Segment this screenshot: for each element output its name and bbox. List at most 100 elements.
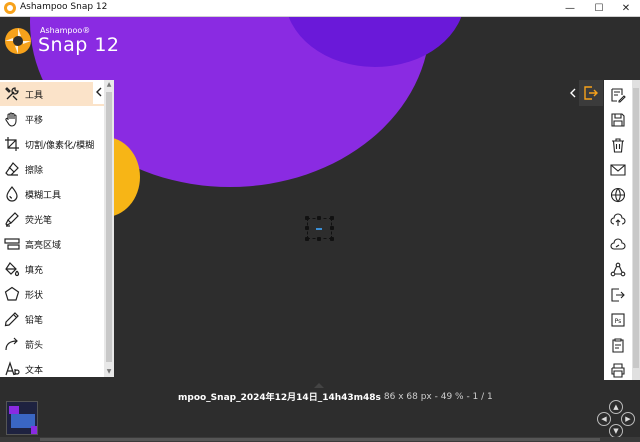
scroll-thumb[interactable] — [40, 438, 600, 441]
print-icon — [611, 362, 625, 378]
share-button[interactable] — [604, 257, 632, 282]
photoshop-icon: Ps — [611, 312, 625, 327]
actions-panel-scrollbar[interactable] — [632, 80, 640, 380]
tool-label: 高亮区域 — [25, 240, 62, 251]
tool-item-erase[interactable]: 擦除 — [0, 157, 104, 181]
web-button[interactable] — [604, 182, 632, 207]
collapse-actions-button[interactable] — [566, 80, 578, 106]
tool-panel: 工具 平移 切割/像素化/模糊 擦除 模糊工具 荧光笔 高亮区域 填充 形状 铅… — [0, 80, 114, 377]
nav-right-button[interactable]: ▶ — [621, 412, 635, 426]
print-button[interactable] — [604, 357, 632, 382]
resize-handle[interactable] — [317, 237, 321, 241]
tool-label: 擦除 — [25, 165, 44, 176]
crop-icon — [0, 132, 24, 156]
actions-panel: Ps — [604, 80, 632, 380]
photoshop-button[interactable]: Ps — [604, 307, 632, 332]
capture-thumbnail[interactable] — [6, 401, 38, 435]
tool-item-blur[interactable]: 模糊工具 — [0, 182, 104, 206]
tools-icon — [0, 82, 24, 106]
tool-label: 铅笔 — [25, 315, 44, 326]
blur-drop-icon — [0, 182, 24, 206]
scroll-thumb[interactable] — [633, 88, 639, 368]
email-button[interactable] — [604, 157, 632, 182]
edit-notes-button[interactable] — [604, 82, 632, 107]
selection-center-marker — [316, 228, 322, 230]
status-caret — [314, 383, 324, 388]
highlighter-icon — [0, 207, 24, 231]
tool-item-highlight-area[interactable]: 高亮区域 — [0, 232, 104, 256]
status-bar: mpoo_Snap_2024年12月14日_14h43m48s 86 x 68 … — [178, 390, 493, 404]
delete-button[interactable] — [604, 132, 632, 157]
globe-icon — [610, 187, 626, 202]
tool-item-crop[interactable]: 切割/像素化/模糊 — [0, 132, 104, 156]
tool-label: 文本 — [25, 365, 44, 376]
tool-item-text[interactable]: 文本 — [0, 357, 104, 381]
pencil-icon — [0, 307, 24, 331]
tool-label: 平移 — [25, 115, 44, 126]
resize-handle[interactable] — [305, 237, 309, 241]
text-icon — [0, 357, 24, 381]
horizontal-scrollbar[interactable] — [0, 437, 640, 442]
save-icon — [611, 112, 625, 127]
cloud-share-button[interactable] — [604, 232, 632, 257]
export-icon — [611, 287, 625, 302]
resize-handle[interactable] — [317, 216, 321, 220]
pentagon-icon — [0, 282, 24, 306]
nav-down-button[interactable]: ▼ — [609, 424, 623, 438]
resize-handle[interactable] — [330, 226, 334, 230]
minimize-button[interactable]: — — [556, 0, 584, 17]
tool-item-highlighter[interactable]: 荧光笔 — [0, 207, 104, 231]
tool-label: 模糊工具 — [25, 190, 62, 201]
clipboard-icon — [612, 337, 624, 353]
tool-item-pencil[interactable]: 铅笔 — [0, 307, 104, 331]
nav-left-button[interactable]: ◀ — [597, 412, 611, 426]
cloud-upload-button[interactable] — [604, 207, 632, 232]
tool-label: 形状 — [25, 290, 44, 301]
tool-item-arrow[interactable]: 箭头 — [0, 332, 104, 356]
clipboard-button[interactable] — [604, 332, 632, 357]
resize-handle[interactable] — [305, 226, 309, 230]
eraser-icon — [0, 157, 24, 181]
chevron-left-icon — [96, 87, 102, 97]
maximize-button[interactable]: ☐ — [585, 0, 613, 17]
scroll-up-icon[interactable]: ▲ — [104, 80, 114, 90]
mail-icon — [610, 163, 626, 176]
arrow-icon — [0, 332, 24, 356]
chevron-left-icon — [569, 88, 575, 98]
resize-handle[interactable] — [330, 237, 334, 241]
tool-label: 工具 — [25, 90, 44, 101]
scroll-down-icon[interactable]: ▼ — [104, 367, 114, 377]
export-arrow-icon — [584, 86, 598, 100]
save-button[interactable] — [604, 107, 632, 132]
tool-item-shape[interactable]: 形状 — [0, 282, 104, 306]
cloud-upload-icon — [610, 212, 626, 226]
fill-bucket-icon — [0, 257, 24, 281]
nav-up-button[interactable]: ▲ — [609, 400, 623, 414]
window-title: Ashampoo Snap 12 — [20, 2, 108, 12]
logo-product-text: Snap 12 — [38, 34, 120, 56]
highlight-area-icon — [0, 232, 24, 256]
resize-handle[interactable] — [330, 216, 334, 220]
tool-label: 箭头 — [25, 340, 44, 351]
export-button[interactable] — [579, 80, 603, 106]
edit-notes-icon — [611, 87, 626, 103]
photoshop-label: Ps — [615, 318, 622, 325]
hand-icon — [0, 107, 24, 131]
collapse-tools-button[interactable] — [93, 80, 104, 104]
tool-label: 切割/像素化/模糊 — [25, 140, 95, 151]
share-icon — [610, 262, 626, 276]
tool-label: 填充 — [25, 265, 44, 276]
tool-item-fill[interactable]: 填充 — [0, 257, 104, 281]
tool-item-pan[interactable]: 平移 — [0, 107, 104, 131]
close-button[interactable]: ✕ — [612, 0, 640, 17]
tool-label: 荧光笔 — [25, 215, 53, 226]
resize-handle[interactable] — [305, 216, 309, 220]
tool-panel-scrollbar[interactable]: ▲ ▼ — [104, 80, 114, 377]
export-file-button[interactable] — [604, 282, 632, 307]
snap-logo-icon — [5, 28, 31, 54]
tool-item-tools[interactable]: 工具 — [0, 82, 104, 106]
thumbnail-preview-icon — [7, 402, 37, 434]
file-name: mpoo_Snap_2024年12月14日_14h43m48s — [178, 393, 381, 403]
title-bar: Ashampoo Snap 12 — ☐ ✕ — [0, 0, 640, 17]
scroll-thumb[interactable] — [106, 92, 112, 362]
